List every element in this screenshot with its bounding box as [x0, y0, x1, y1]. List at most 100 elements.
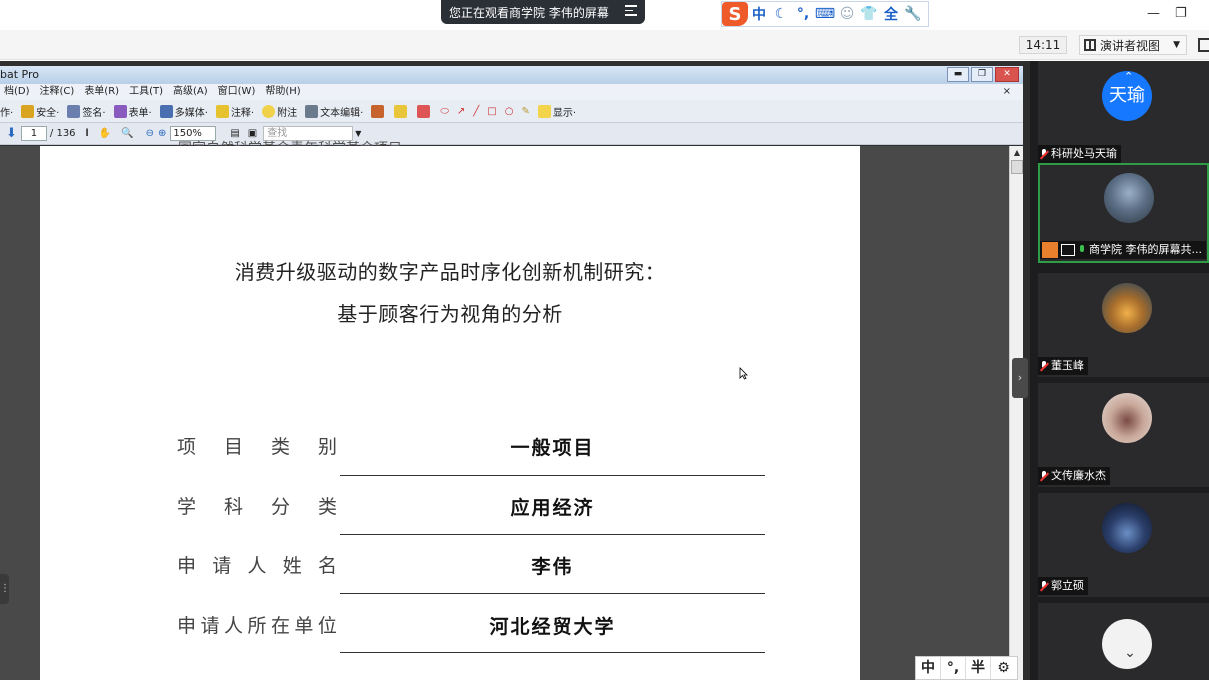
rect-tool-icon[interactable]: □ [487, 106, 496, 117]
sogou-logo-icon[interactable]: S [722, 2, 748, 26]
tool-show[interactable]: 显示· [537, 104, 577, 119]
participant-tile-active[interactable]: 商学院 李伟的屏幕共... [1038, 163, 1209, 263]
form-icon [113, 104, 127, 118]
document-scrollbar[interactable]: ▲ [1009, 146, 1023, 680]
zoom-in-icon[interactable]: ⊕ [158, 128, 166, 139]
ime-toolbar[interactable]: S 中 ☾ °, ⌨ ☺ 👕 全 🔧 [721, 1, 929, 27]
tool-create-label: 作· [0, 107, 14, 119]
participant-name-bar: 文传廉水杰 [1038, 467, 1110, 485]
tool-sign[interactable]: 签名· [67, 104, 106, 119]
meeting-top-bar: 您正在观看商学院 李伟的屏幕 S 中 ☾ °, ⌨ ☺ 👕 全 🔧 — ❐ [0, 0, 1209, 30]
ime-small-width[interactable]: 半 [966, 657, 991, 679]
select-text-icon[interactable]: 𝐈 [86, 128, 89, 139]
ime-small-punct[interactable]: °, [941, 657, 966, 679]
acrobat-close-button[interactable]: ✕ [995, 67, 1019, 82]
share-banner[interactable]: 您正在观看商学院 李伟的屏幕 [441, 0, 645, 24]
menu-item-file[interactable]: 档(D) [0, 84, 36, 100]
scroll-up-icon[interactable]: ⌃ [1124, 70, 1133, 83]
participant-tile[interactable]: 文传廉水杰 [1038, 383, 1209, 487]
field-label-discipline: 学科分类 [177, 496, 337, 518]
doc-cut-header: 国家自然科学基金青年科学基金项目 [178, 138, 402, 146]
pdf-page: 消费升级驱动的数字产品时序化创新机制研究： 基于顾客行为视角的分析 项目类别 一… [40, 146, 860, 680]
scroll-up-arrow-icon[interactable]: ▲ [1010, 146, 1024, 160]
zoom-tool-icon[interactable]: 🔍 [121, 128, 133, 139]
stamp-icon[interactable] [371, 104, 386, 118]
pen-icon [67, 104, 81, 118]
tool-multimedia[interactable]: 多媒体· [159, 104, 208, 119]
user-icon[interactable]: ☺ [836, 6, 858, 22]
restore-icon[interactable]: ❐ [1175, 6, 1187, 21]
meeting-clock: 14:11 [1019, 36, 1067, 54]
moon-icon[interactable]: ☾ [770, 6, 792, 22]
menu-item-form[interactable]: 表单(R) [80, 84, 125, 100]
acrobat-title-bar: bat Pro ▬ ❐ ✕ [0, 66, 1023, 84]
zoom-out-icon[interactable]: ⊖ [146, 128, 154, 139]
participant-tile[interactable]: 董玉峰 [1038, 273, 1209, 377]
field-value-applicant: 李伟 [531, 556, 574, 578]
menu-item-tools[interactable]: 工具(T) [125, 84, 169, 100]
hand-icon[interactable]: ✋ [99, 128, 111, 139]
keyboard-icon[interactable]: ⌨ [814, 6, 836, 22]
collapse-panel-handle[interactable]: › [1012, 358, 1028, 398]
shirt-icon[interactable]: 👕 [858, 6, 880, 22]
acrobat-minimize-button[interactable]: ▬ [947, 67, 969, 82]
field-value-institution: 河北经贸大学 [489, 616, 616, 638]
menu-icon[interactable] [625, 5, 637, 17]
field-underline [340, 534, 765, 535]
scroll-down-icon[interactable]: ⌄ [1119, 645, 1141, 665]
menu-close-icon[interactable]: × [999, 84, 1017, 100]
arrow-tool-icon[interactable]: ↗ [457, 106, 465, 117]
tool-comment[interactable]: 注释· [215, 104, 254, 119]
oval-tool-icon[interactable]: ⬭ [440, 106, 449, 117]
scroll-thumb[interactable] [1011, 160, 1023, 174]
participant-name-bar: 科研处马天瑜 [1038, 145, 1121, 163]
acrobat-restore-button[interactable]: ❐ [971, 67, 993, 82]
warning-icon[interactable] [394, 104, 409, 118]
tool-text-edit[interactable]: 文本编辑· [305, 104, 363, 119]
ime-status-bar[interactable]: 中 °, 半 ⚙ [915, 656, 1018, 680]
ime-mode[interactable]: 中 [748, 4, 770, 24]
search-caret-icon[interactable]: ▼ [355, 129, 361, 138]
page-down-icon[interactable]: ⬇ [6, 126, 17, 141]
menu-item-comment[interactable]: 注释(C) [36, 84, 81, 100]
menu-item-advanced[interactable]: 高级(A) [169, 84, 214, 100]
avatar [1104, 173, 1154, 223]
wrench-icon[interactable]: 🔧 [902, 6, 924, 22]
menu-item-help[interactable]: 帮助(H) [261, 84, 306, 100]
tool-show-label: 显示· [552, 107, 577, 119]
menu-item-window[interactable]: 窗口(W) [214, 84, 262, 100]
page-total: / 136 [49, 128, 76, 139]
acrobat-menu-bar: 档(D) 注释(C) 表单(R) 工具(T) 高级(A) 窗口(W) 帮助(H)… [0, 84, 1023, 100]
line-tool-icon[interactable]: ╱ [473, 106, 479, 117]
participant-name-bar: 董玉峰 [1038, 357, 1088, 375]
left-panel-handle[interactable]: ⋮ [0, 574, 10, 604]
lock-icon [21, 104, 35, 118]
tool-text-edit-label: 文本编辑· [320, 107, 364, 119]
tool-form-label: 表单· [128, 107, 152, 119]
minimize-icon[interactable]: — [1147, 6, 1160, 21]
tool-create[interactable]: 作· [0, 104, 13, 119]
fullwidth-icon[interactable]: 全 [880, 4, 902, 24]
view-mode-button[interactable]: 演讲者视图 ▼ [1079, 35, 1187, 55]
highlight-icon[interactable] [417, 104, 432, 118]
ime-small-mode[interactable]: 中 [916, 657, 941, 679]
participant-tile[interactable] [1038, 603, 1209, 680]
circle-tool-icon[interactable]: ○ [505, 106, 514, 117]
tool-form[interactable]: 表单· [113, 104, 152, 119]
stamp-glyph [371, 104, 385, 118]
tool-note[interactable]: 附注 [262, 104, 297, 119]
mic-muted-icon [1040, 470, 1048, 482]
show-icon [537, 104, 551, 118]
fullscreen-icon[interactable] [1198, 38, 1209, 52]
participant-name: 科研处马天瑜 [1051, 147, 1117, 160]
ime-punct[interactable]: °, [792, 6, 814, 22]
tool-security[interactable]: 安全· [21, 104, 59, 119]
participant-tile[interactable]: 郭立硕 [1038, 493, 1209, 597]
ime-settings-icon[interactable]: ⚙ [991, 657, 1016, 679]
participant-name-bar: 郭立硕 [1038, 577, 1088, 595]
mic-on-icon [1078, 244, 1086, 256]
pencil-icon[interactable]: ✎ [521, 106, 529, 117]
share-banner-text: 您正在观看商学院 李伟的屏幕 [449, 5, 609, 20]
page-number-input[interactable]: 1 [20, 126, 47, 141]
warning-glyph [394, 104, 408, 118]
